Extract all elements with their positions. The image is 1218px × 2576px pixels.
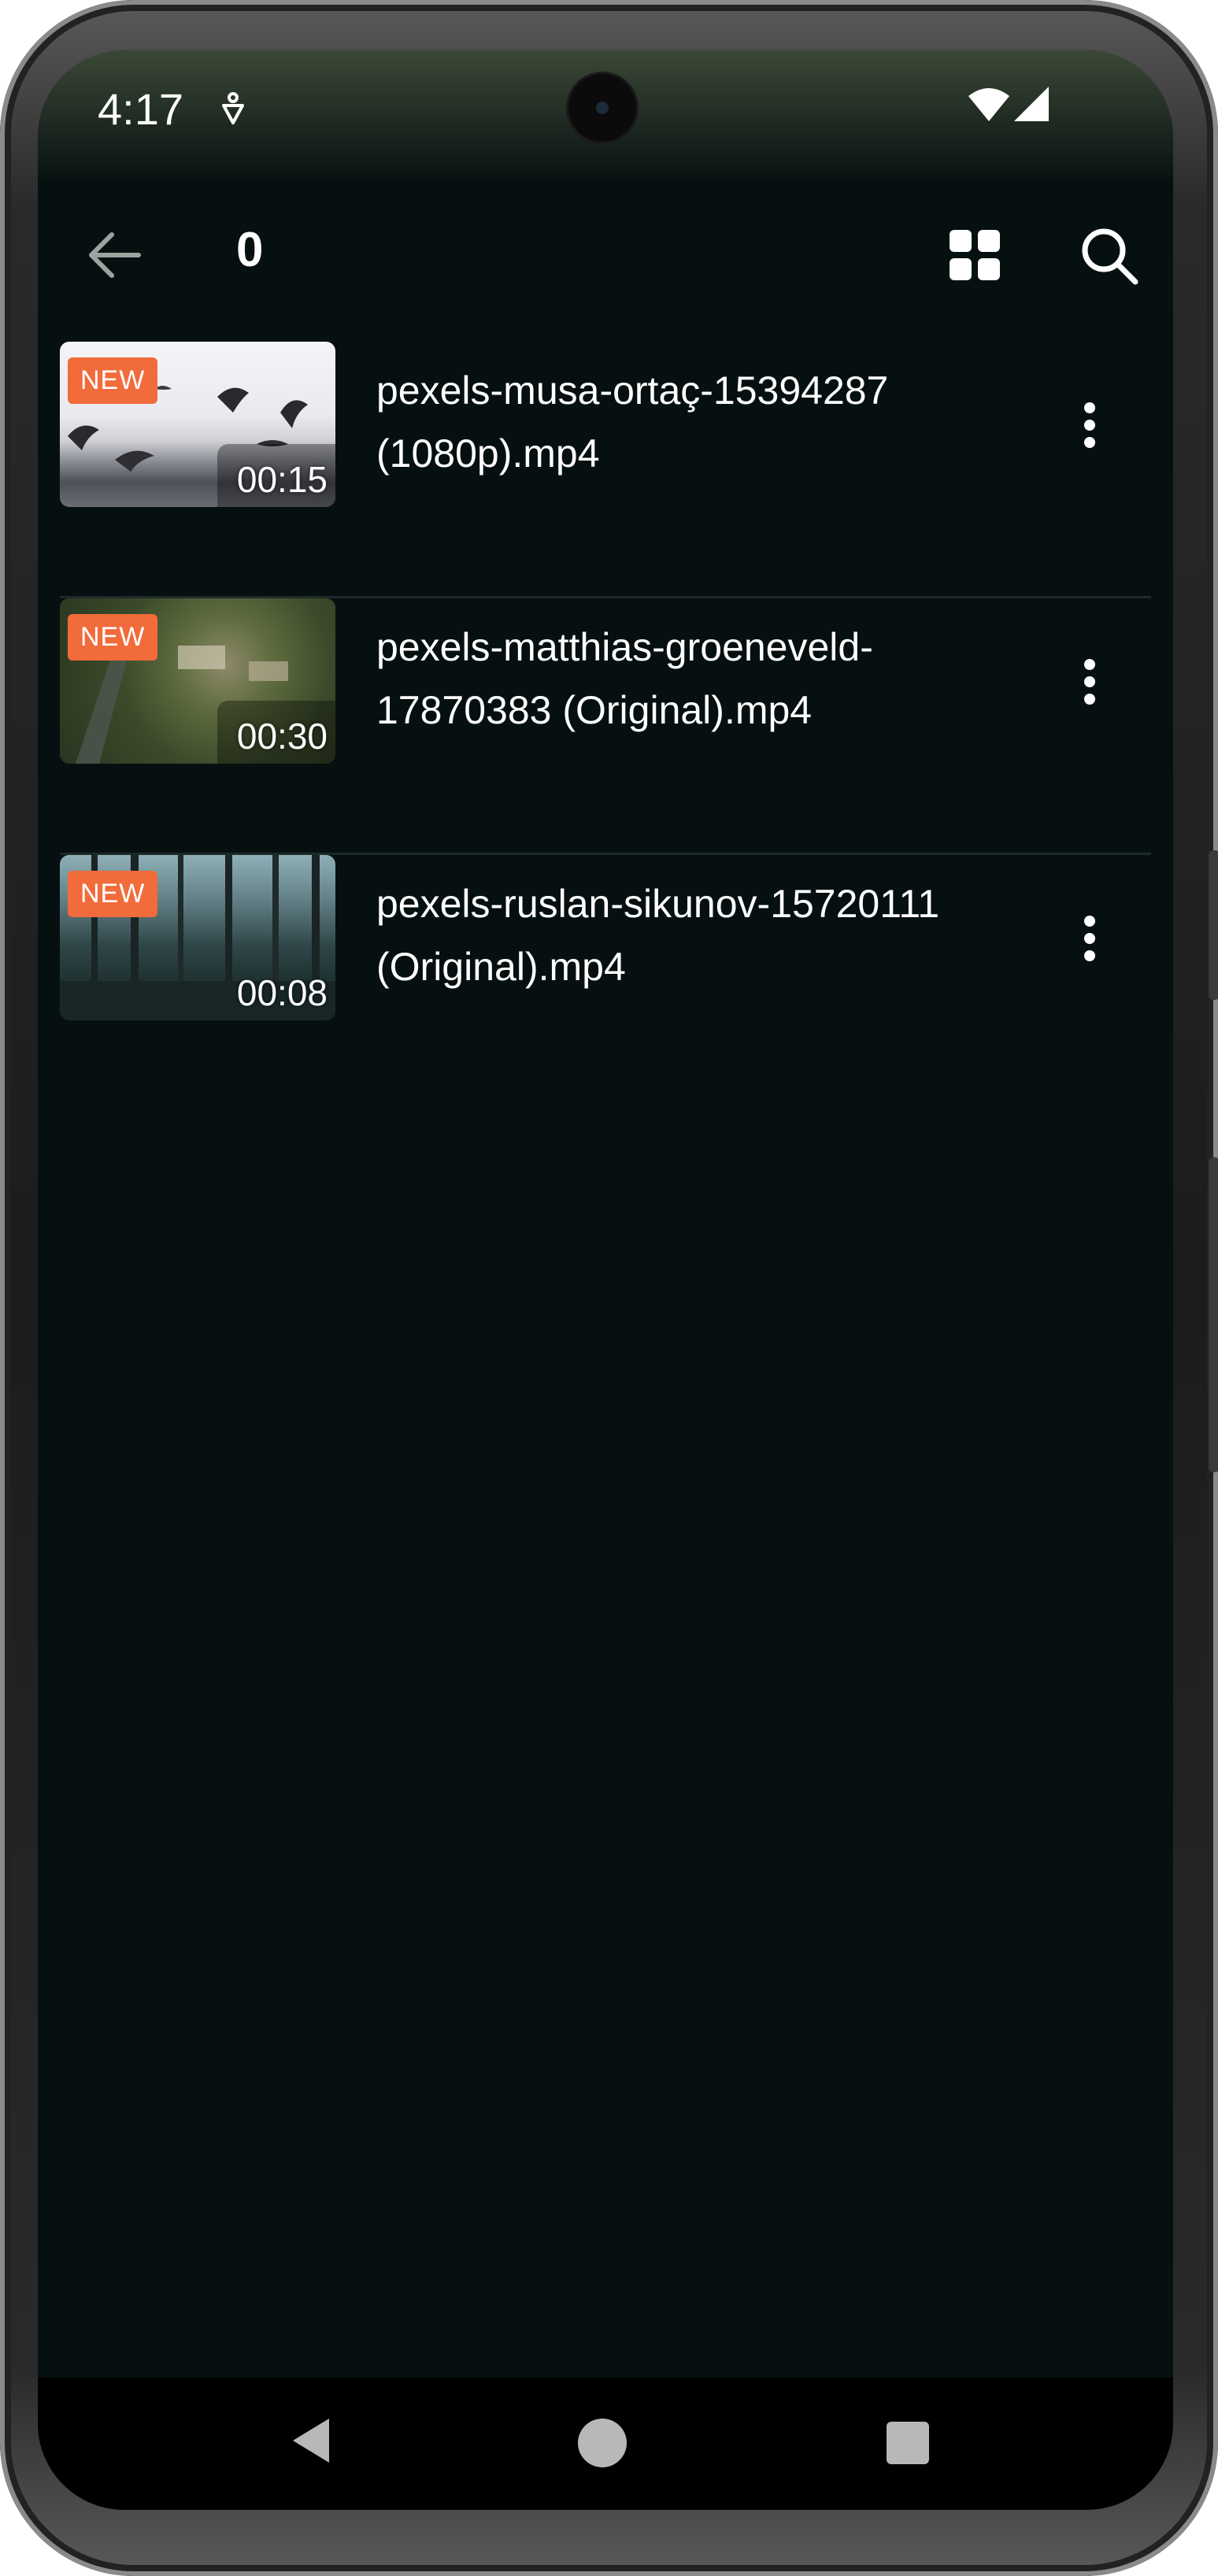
signal-icon bbox=[1014, 87, 1049, 121]
grid-view-icon[interactable] bbox=[943, 224, 1006, 287]
new-badge: NEW bbox=[68, 357, 158, 404]
page-title: 0 bbox=[236, 223, 264, 277]
circle-home-icon[interactable] bbox=[578, 2419, 627, 2467]
arrow-left-icon[interactable] bbox=[83, 224, 146, 287]
video-name: pexels-musa-ortaç-15394287 (1080p).mp4 bbox=[376, 368, 889, 476]
notification-icon bbox=[222, 92, 244, 124]
new-badge: NEW bbox=[68, 614, 158, 661]
more-options-icon[interactable] bbox=[1061, 910, 1118, 967]
triangle-back-icon[interactable] bbox=[288, 2415, 332, 2466]
video-thumbnail: NEW 00:08 bbox=[60, 855, 335, 1020]
front-camera bbox=[568, 74, 636, 142]
volume-button bbox=[1209, 850, 1218, 1000]
list-item[interactable]: NEW 00:15 pexels-musa-ortaç-15394287 (10… bbox=[38, 342, 1173, 598]
navigation-bar bbox=[38, 2378, 1173, 2510]
video-name: pexels-ruslan-sikunov-15720111 (Original… bbox=[376, 882, 940, 989]
video-list: NEW 00:15 pexels-musa-ortaç-15394287 (10… bbox=[38, 342, 1173, 1112]
screen: 4:17 0 NEW 00:15 pexels-musa-ortaç-15394… bbox=[38, 50, 1173, 2510]
status-time: 4:17 bbox=[98, 84, 183, 134]
power-button bbox=[1209, 1157, 1218, 1472]
more-options-icon[interactable] bbox=[1061, 397, 1118, 453]
list-item[interactable]: NEW 00:08 pexels-ruslan-sikunov-15720111… bbox=[38, 855, 1173, 1112]
video-thumbnail: NEW 00:30 bbox=[60, 598, 335, 764]
more-options-icon[interactable] bbox=[1061, 653, 1118, 710]
video-name: pexels-matthias-groeneveld-17870383 (Ori… bbox=[376, 625, 873, 732]
video-duration: 00:15 bbox=[236, 459, 328, 500]
list-item[interactable]: NEW 00:30 pexels-matthias-groeneveld-178… bbox=[38, 598, 1173, 855]
app-bar: 0 bbox=[38, 192, 1173, 310]
new-badge: NEW bbox=[68, 871, 158, 917]
status-bar: 4:17 bbox=[38, 50, 1173, 184]
search-icon[interactable] bbox=[1075, 222, 1142, 288]
video-duration: 00:08 bbox=[236, 972, 328, 1013]
wifi-icon bbox=[968, 88, 1009, 121]
video-thumbnail: NEW 00:15 bbox=[60, 342, 335, 507]
phone-frame: 4:17 0 NEW 00:15 pexels-musa-ortaç-15394… bbox=[0, 0, 1218, 2576]
square-recents-icon[interactable] bbox=[887, 2422, 929, 2464]
video-duration: 00:30 bbox=[236, 716, 328, 757]
